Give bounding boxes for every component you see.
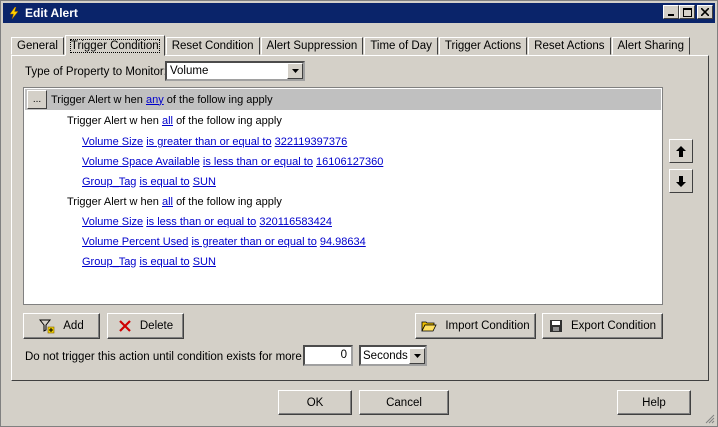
condition-tree[interactable]: ... Trigger Alert w hen any of the follo…: [23, 87, 663, 305]
rule-value-link[interactable]: 16106127360: [316, 156, 383, 168]
tab-strip: General Trigger Condition Reset Conditio…: [11, 35, 691, 56]
property-type-select[interactable]: Volume: [165, 61, 305, 81]
move-down-button[interactable]: [669, 169, 693, 193]
rule-row: Group_Tag is equal to SUN: [82, 175, 216, 189]
rule-row: Volume Size is greater than or equal to …: [82, 135, 347, 149]
delete-button[interactable]: Delete: [107, 313, 184, 339]
rule-value-link[interactable]: 320116583424: [259, 216, 332, 228]
rule-operator-link[interactable]: is greater than or equal to: [146, 136, 271, 148]
rule-operator-link[interactable]: is less than or equal to: [146, 216, 256, 228]
arrow-up-icon: [676, 145, 686, 157]
save-disk-icon: [549, 320, 562, 332]
rule-field-link[interactable]: Group_Tag: [82, 176, 136, 188]
group-quantifier-link[interactable]: all: [162, 196, 173, 208]
title-bar[interactable]: Edit Alert: [3, 3, 715, 23]
root-quantifier-link[interactable]: any: [146, 94, 164, 106]
duration-unit-select[interactable]: Seconds: [359, 345, 427, 366]
rule-operator-link[interactable]: is equal to: [140, 256, 190, 268]
tab-alert-suppression[interactable]: Alert Suppression: [260, 37, 364, 55]
rule-field-link[interactable]: Volume Space Available: [82, 156, 200, 168]
rule-field-link[interactable]: Volume Percent Used: [82, 236, 188, 248]
property-type-value: Volume: [170, 65, 209, 77]
edit-alert-window: Edit Alert General Trigger Condition Res…: [0, 0, 718, 427]
tab-general[interactable]: General: [11, 37, 64, 55]
property-type-label: Type of Property to Monitor:: [25, 66, 167, 78]
rule-value-link[interactable]: SUN: [193, 256, 216, 268]
rule-row: Volume Space Available is less than or e…: [82, 155, 383, 169]
rule-field-link[interactable]: Group_Tag: [82, 256, 136, 268]
duration-input[interactable]: 0: [303, 345, 353, 366]
open-folder-icon: [421, 321, 437, 332]
rule-value-link[interactable]: SUN: [193, 176, 216, 188]
rule-operator-link[interactable]: is greater than or equal to: [191, 236, 316, 248]
condition-options-button[interactable]: ...: [27, 90, 47, 109]
rule-value-link[interactable]: 94.98634: [320, 236, 366, 248]
resize-grip-icon[interactable]: [703, 412, 715, 424]
move-up-button[interactable]: [669, 139, 693, 163]
dropdown-button[interactable]: [287, 63, 303, 79]
close-button[interactable]: [697, 5, 713, 19]
window-title: Edit Alert: [25, 6, 78, 20]
lightning-icon: [7, 6, 21, 20]
minimize-icon: [668, 14, 674, 16]
rule-field-link[interactable]: Volume Size: [82, 216, 143, 228]
duration-unit-value: Seconds: [363, 349, 408, 362]
delete-x-icon: [119, 320, 131, 332]
tab-trigger-condition[interactable]: Trigger Condition: [64, 35, 165, 56]
duration-label: Do not trigger this action until conditi…: [25, 351, 328, 363]
arrow-down-icon: [676, 175, 686, 187]
tab-alert-sharing[interactable]: Alert Sharing: [611, 37, 690, 55]
tab-reset-actions[interactable]: Reset Actions: [528, 37, 611, 55]
root-condition-prefix: Trigger Alert w hen: [51, 93, 143, 106]
rule-value-link[interactable]: 322119397376: [275, 136, 348, 148]
chevron-down-icon: [413, 353, 421, 358]
rule-operator-link[interactable]: is less than or equal to: [203, 156, 313, 168]
import-condition-button[interactable]: Import Condition: [415, 313, 536, 339]
dropdown-button[interactable]: [409, 347, 425, 364]
maximize-icon: [682, 7, 692, 17]
add-button[interactable]: Add: [23, 313, 100, 339]
group-quantifier-link[interactable]: all: [162, 115, 173, 127]
rule-operator-link[interactable]: is equal to: [140, 176, 190, 188]
close-icon: [701, 8, 709, 16]
tab-time-of-day[interactable]: Time of Day: [364, 37, 438, 55]
rule-row: Volume Percent Used is greater than or e…: [82, 235, 366, 249]
help-button[interactable]: Help: [617, 390, 691, 415]
rule-field-link[interactable]: Volume Size: [82, 136, 143, 148]
cancel-button[interactable]: Cancel: [359, 390, 449, 415]
minimize-button[interactable]: [663, 5, 679, 19]
group-condition-row: Trigger Alert w hen all of the follow in…: [67, 196, 282, 208]
rule-row: Group_Tag is equal to SUN: [82, 255, 216, 269]
tab-reset-condition[interactable]: Reset Condition: [165, 37, 260, 55]
root-condition-suffix: of the follow ing apply: [166, 93, 273, 106]
chevron-down-icon: [291, 69, 299, 73]
rule-row: Volume Size is less than or equal to 320…: [82, 215, 332, 229]
root-condition-row[interactable]: ... Trigger Alert w hen any of the follo…: [25, 89, 661, 110]
add-filter-icon: [39, 319, 55, 334]
export-condition-button[interactable]: Export Condition: [542, 313, 663, 339]
ok-button[interactable]: OK: [278, 390, 352, 415]
maximize-button[interactable]: [679, 5, 695, 19]
group-condition-row: Trigger Alert w hen all of the follow in…: [67, 115, 282, 127]
tab-trigger-actions[interactable]: Trigger Actions: [438, 37, 528, 55]
